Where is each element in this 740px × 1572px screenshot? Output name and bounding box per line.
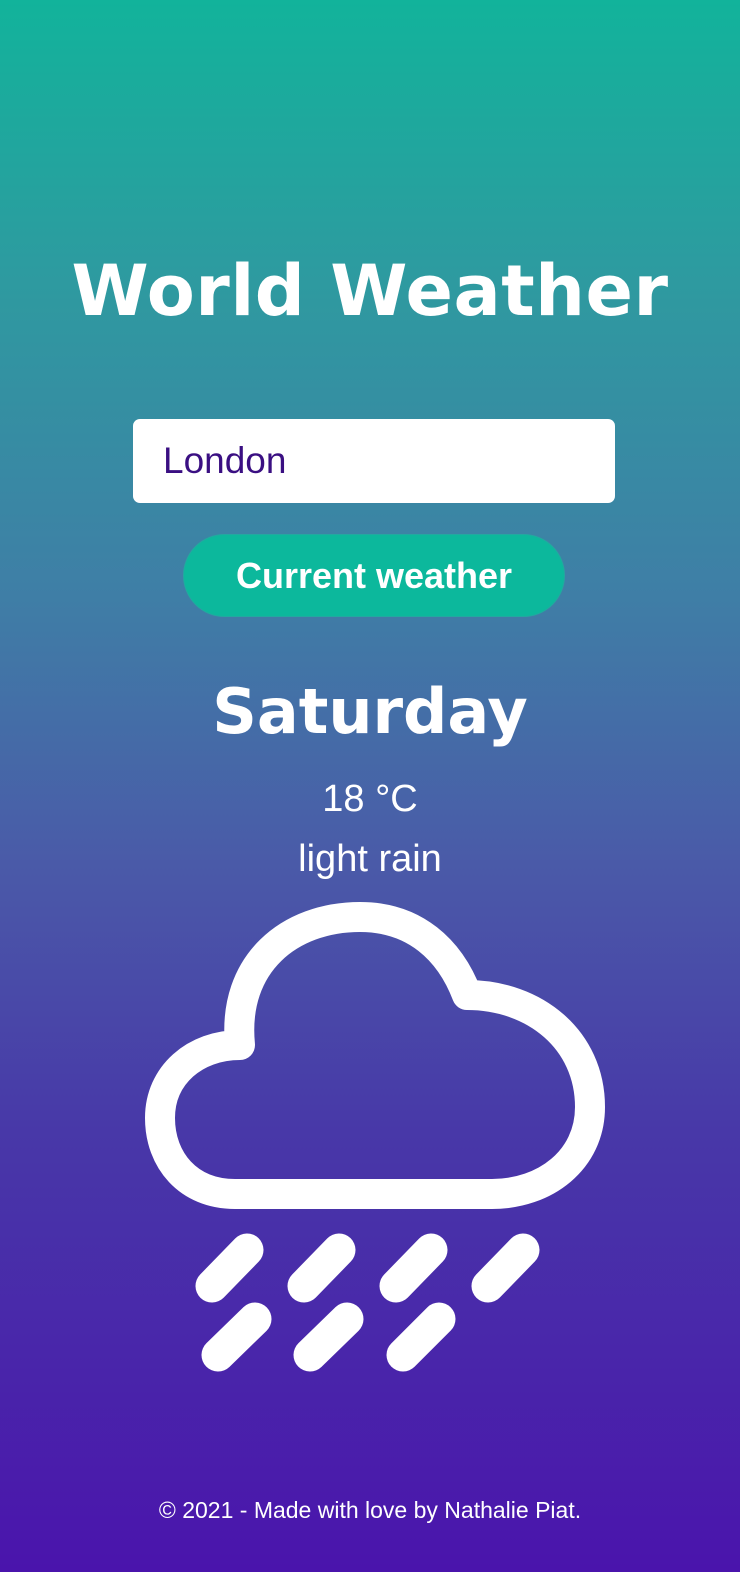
city-search-input[interactable] xyxy=(133,419,615,503)
current-weather-button[interactable]: Current weather xyxy=(183,534,565,617)
rain-drop xyxy=(201,1302,272,1372)
rain-drop xyxy=(293,1302,364,1372)
page-title: World Weather xyxy=(71,250,669,332)
rain-drops xyxy=(195,1233,540,1372)
weather-description: light rain xyxy=(298,838,442,880)
cloud-outline xyxy=(145,902,605,1209)
rain-cloud-icon xyxy=(145,902,605,1372)
rain-drop xyxy=(287,1233,356,1303)
rain-drop xyxy=(386,1302,456,1372)
rain-drop xyxy=(471,1233,540,1303)
rain-drop xyxy=(379,1233,448,1303)
app-background: World Weather Current weather Saturday 1… xyxy=(0,0,740,1572)
footer-credit: © 2021 - Made with love by Nathalie Piat… xyxy=(158,1497,582,1523)
temperature-value: 18 °C xyxy=(322,778,418,820)
weekday-label: Saturday xyxy=(212,675,528,748)
rain-drop xyxy=(195,1233,264,1303)
